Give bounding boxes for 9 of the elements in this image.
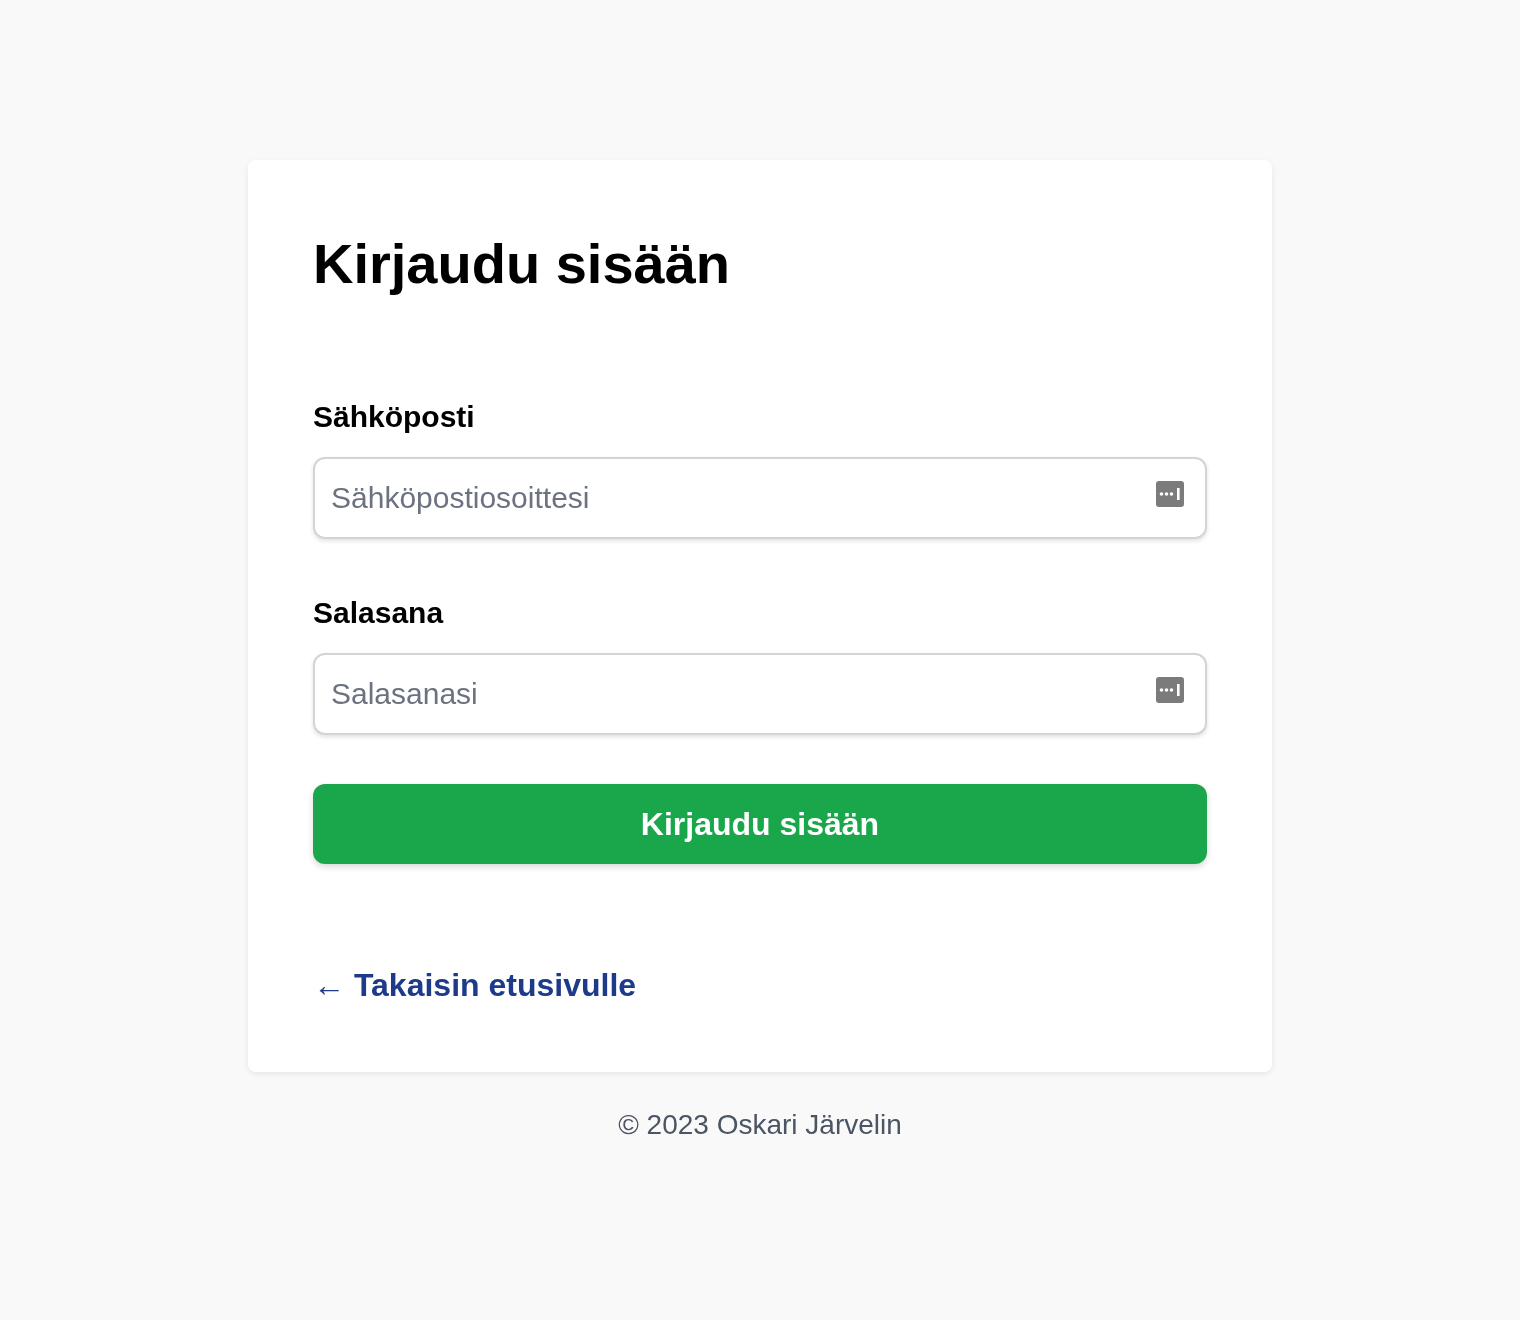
dots-tile-icon[interactable] bbox=[1156, 677, 1184, 703]
field-label: Sähköposti bbox=[313, 399, 475, 435]
copyright-text: © 2023 Oskari Järvelin bbox=[618, 1108, 902, 1142]
dots-tile-icon[interactable] bbox=[1156, 481, 1184, 507]
page-title: Kirjaudu sisään bbox=[313, 231, 731, 297]
input-field[interactable]: Sähköpostiosoittesi bbox=[313, 457, 1207, 539]
back-link[interactable]: ← Takaisin etusivulle bbox=[313, 965, 637, 1005]
input-field[interactable]: Salasanasi bbox=[313, 653, 1207, 735]
field-label: Salasana bbox=[313, 595, 444, 631]
